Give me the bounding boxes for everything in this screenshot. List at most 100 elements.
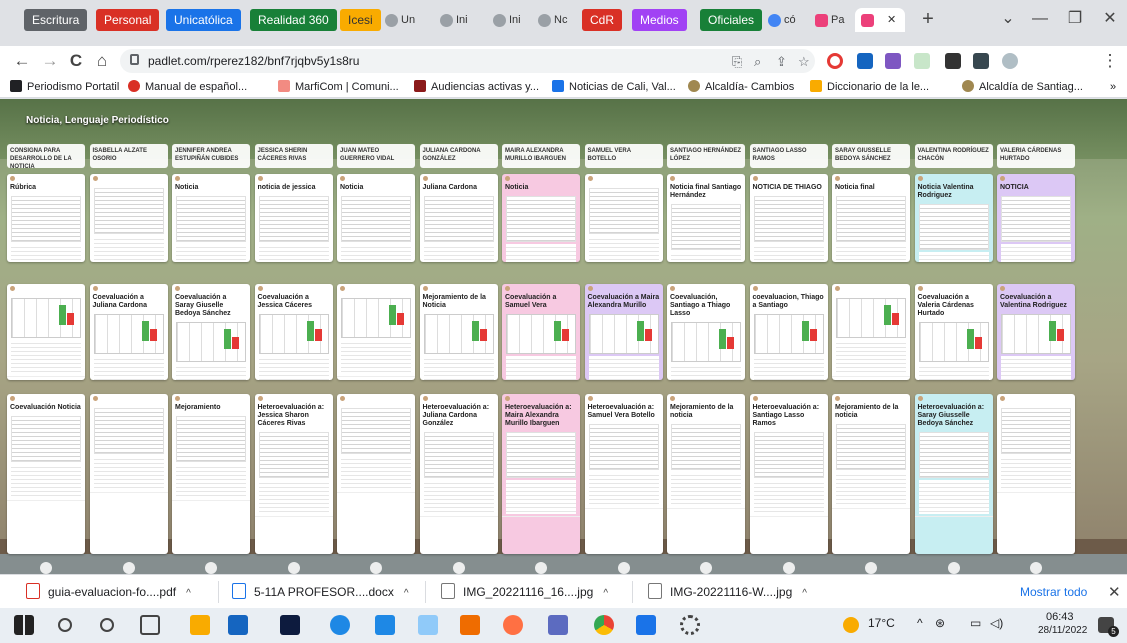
rubric-table-thumbnail[interactable] xyxy=(176,322,246,362)
column-header[interactable]: SAMUEL VERA BOTELLO xyxy=(584,144,663,168)
document-thumbnail[interactable] xyxy=(506,432,576,478)
column-header[interactable]: ISABELLA ALZATE OSORIO xyxy=(89,144,168,168)
battery-icon[interactable]: ▭ xyxy=(970,616,981,630)
clock-time[interactable]: 06:43 xyxy=(1046,611,1074,623)
document-thumbnail[interactable] xyxy=(176,416,246,462)
bookmark-item[interactable]: Manual de español... xyxy=(128,79,247,95)
new-tab-button[interactable]: + xyxy=(913,6,943,32)
download-item[interactable]: guia-evaluacion-fo....pdf ^ xyxy=(26,581,191,603)
forward-icon[interactable]: → xyxy=(38,49,62,73)
extension-icon[interactable] xyxy=(885,53,901,69)
rubric-table-thumbnail[interactable] xyxy=(341,298,411,338)
file-explorer-icon[interactable] xyxy=(190,615,210,635)
padlet-post[interactable] xyxy=(997,394,1075,554)
edge-icon[interactable] xyxy=(330,615,350,635)
extensions-puzzle-icon[interactable] xyxy=(945,53,961,69)
home-icon[interactable]: ⌂ xyxy=(90,49,114,73)
tab-group-escritura[interactable]: Escritura xyxy=(24,9,88,31)
padlet-post[interactable]: Heteroevaluación a: Jessica Sharon Cácer… xyxy=(254,394,333,554)
post-comment-footer[interactable] xyxy=(419,516,498,524)
column-header[interactable]: JENNIFER ANDREA ESTUPIÑÁN CUBIDES xyxy=(172,144,250,168)
store-icon[interactable] xyxy=(375,615,395,635)
bookmark-item[interactable]: Periodismo Portatil xyxy=(10,79,119,95)
document-thumbnail[interactable] xyxy=(258,196,329,242)
document-thumbnail[interactable] xyxy=(258,432,329,478)
add-post-button[interactable] xyxy=(287,562,300,574)
padlet-post[interactable]: noticia de jessica xyxy=(254,174,333,262)
padlet-post[interactable]: NOTICIA xyxy=(997,174,1075,262)
add-post-button[interactable] xyxy=(205,562,217,574)
tab-item[interactable]: Ini xyxy=(493,8,538,32)
document-thumbnail[interactable] xyxy=(341,408,411,454)
maximize-icon[interactable]: ❐ xyxy=(1060,6,1090,32)
padlet-post[interactable]: Heteroevaluación a: Maira Alexandra Muri… xyxy=(502,394,580,554)
add-post-button[interactable] xyxy=(370,562,382,574)
document-thumbnail[interactable] xyxy=(588,424,659,470)
column-header[interactable]: VALENTINA RODRÍGUEZ CHACÓN xyxy=(914,144,993,168)
padlet-post[interactable] xyxy=(7,284,85,380)
chevron-up-icon[interactable]: ^ xyxy=(603,588,608,599)
padlet-post[interactable]: Coevaluación a Samuel Vera xyxy=(502,284,580,380)
firefox-icon[interactable] xyxy=(503,615,523,635)
document-thumbnail[interactable] xyxy=(918,204,989,250)
padlet-post[interactable]: Noticia final Santiago Hernández xyxy=(667,174,745,262)
extension-icon[interactable] xyxy=(973,53,989,69)
add-post-button[interactable] xyxy=(617,562,630,574)
padlet-post[interactable]: coevaluacion, Thiago a Santiago xyxy=(749,284,828,380)
column-header[interactable]: JESSICA SHERIN CÁCERES RIVAS xyxy=(254,144,333,168)
document-thumbnail[interactable] xyxy=(11,416,81,462)
settings-gear-icon[interactable] xyxy=(680,615,700,635)
system-tray-chevron-icon[interactable]: ^ xyxy=(917,616,923,630)
task-view-icon[interactable] xyxy=(140,615,160,635)
document-thumbnail[interactable] xyxy=(753,196,824,242)
download-item[interactable]: IMG-20221116-W....jpg ^ xyxy=(648,581,807,603)
photos-icon[interactable] xyxy=(418,615,438,635)
padlet-post[interactable]: Mejoramiento de la noticia xyxy=(832,394,910,554)
padlet-post[interactable] xyxy=(337,394,415,554)
opera-extension-icon[interactable] xyxy=(827,53,843,69)
bookmark-item[interactable]: MarfiCom | Comuni... xyxy=(278,79,399,95)
padlet-post[interactable]: Noticia xyxy=(337,174,415,262)
post-comment-footer[interactable] xyxy=(914,516,993,524)
chevron-up-icon[interactable]: ^ xyxy=(802,588,807,599)
minimize-icon[interactable]: — xyxy=(1025,6,1055,32)
post-comment-footer[interactable] xyxy=(749,516,828,524)
padlet-post[interactable]: Noticia Valentina Rodriguez xyxy=(914,174,993,262)
padlet-post[interactable]: Rúbrica xyxy=(7,174,85,262)
post-comment-footer[interactable] xyxy=(337,492,415,500)
padlet-post[interactable]: Mejoramiento xyxy=(172,394,250,554)
windows-start-icon[interactable] xyxy=(14,615,34,635)
add-post-button[interactable] xyxy=(865,562,877,574)
cortana-icon[interactable] xyxy=(100,618,114,632)
column-header[interactable]: VALERIA CÁRDENAS HURTADO xyxy=(997,144,1075,168)
column-header[interactable]: JUAN MATEO GUERRERO VIDAL xyxy=(337,144,415,168)
rubric-table-thumbnail[interactable] xyxy=(918,322,989,362)
post-comment-footer[interactable] xyxy=(337,376,415,380)
tab-item[interactable]: Un xyxy=(385,8,435,32)
chevron-up-icon[interactable]: ^ xyxy=(186,588,191,599)
clock-date[interactable]: 28/11/2022 xyxy=(1038,625,1087,636)
download-item[interactable]: IMG_20221116_16....jpg ^ xyxy=(441,581,608,603)
document-thumbnail[interactable] xyxy=(588,188,659,234)
document-thumbnail[interactable] xyxy=(506,196,576,242)
bookmark-item[interactable]: Alcaldía de Santiag... xyxy=(962,79,1083,95)
column-header[interactable]: SANTIAGO HERNÁNDEZ LÓPEZ xyxy=(667,144,745,168)
temperature[interactable]: 17°C xyxy=(868,616,895,630)
document-thumbnail[interactable] xyxy=(836,424,906,470)
padlet-post[interactable] xyxy=(832,284,910,380)
active-tab[interactable]: ✕ xyxy=(855,8,905,32)
share-icon[interactable]: ⇪ xyxy=(776,54,787,70)
column-header[interactable]: SANTIAGO LASSO RAMOS xyxy=(749,144,828,168)
padlet-post[interactable]: Mejoramiento de la Noticia xyxy=(419,284,498,380)
add-post-button[interactable] xyxy=(535,562,547,574)
post-comment-footer[interactable] xyxy=(89,492,168,500)
padlet-post[interactable]: NOTICIA DE THIAGO xyxy=(749,174,828,262)
padlet-post[interactable]: Coevaluación a Valentina Rodriguez xyxy=(997,284,1075,380)
bookmark-star-icon[interactable]: ☆ xyxy=(798,54,810,70)
tab-group-cdr[interactable]: CdR xyxy=(582,9,623,31)
add-post-button[interactable] xyxy=(40,562,52,574)
show-all-downloads-link[interactable]: Mostrar todo xyxy=(1020,585,1087,599)
padlet-board[interactable]: Noticia, Lenguaje Periodístico Consigna … xyxy=(0,99,1127,574)
document-thumbnail[interactable] xyxy=(753,432,824,478)
bookmark-item[interactable]: Noticias de Cali, Val... xyxy=(552,79,676,95)
